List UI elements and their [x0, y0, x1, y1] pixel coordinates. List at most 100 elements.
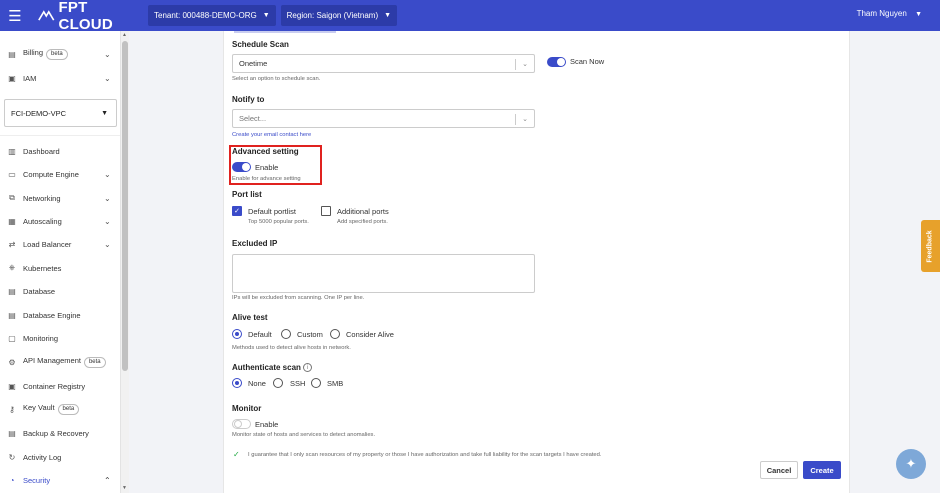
network-icon: ⧉	[9, 193, 15, 202]
assistant-fab[interactable]: ✦	[896, 449, 926, 479]
sidebar-item-label: Security	[23, 475, 51, 485]
excluded-ip-textarea[interactable]	[232, 254, 535, 293]
sidebar-divider	[0, 135, 120, 136]
advanced-setting-toggle-label: Enable	[255, 163, 279, 172]
sidebar-item-database[interactable]: ▤ Database	[0, 282, 120, 300]
sidebar-item-autoscaling[interactable]: ▦ Autoscaling ⌄	[0, 212, 120, 230]
monitor-toggle[interactable]	[232, 419, 251, 429]
beta-badge: beta	[57, 404, 80, 415]
region-selector[interactable]: Region: Saigon (Vietnam) ▼	[280, 5, 398, 26]
scan-now-label: Scan Now	[570, 57, 605, 66]
sidebar-item-label: Networking	[23, 193, 61, 203]
notify-to-select[interactable]: Select... ⌄	[232, 109, 535, 128]
sidebar-item-key-vault[interactable]: ⚷ Key Vault beta	[0, 400, 120, 418]
sidebar-item-iam[interactable]: ▣ IAM ⌄	[0, 69, 120, 87]
auth-none-radio[interactable]	[232, 378, 242, 388]
sidebar-scrollbar[interactable]: ▲ ▼	[121, 31, 129, 493]
additional-ports-checkbox[interactable]	[321, 206, 331, 216]
auth-none-label: None	[248, 379, 266, 388]
chevron-down-icon: ⌄	[104, 239, 111, 249]
alive-test-custom-radio[interactable]	[281, 329, 291, 339]
sidebar-item-security[interactable]: ◔ Security ⌃	[0, 471, 120, 489]
sidebar-item-label: Compute Engine	[23, 169, 79, 179]
tenant-selector[interactable]: Tenant: 000488-DEMO-ORG ▼	[148, 5, 276, 26]
chevron-down-icon: ▼	[915, 11, 922, 18]
region-label: Region: Saigon (Vietnam)	[286, 11, 379, 20]
sidebar-item-database-engine[interactable]: ▤ Database Engine	[0, 306, 120, 324]
schedule-scan-value: Onetime	[239, 59, 268, 68]
feedback-tab[interactable]: Feedback	[921, 220, 940, 272]
sidebar-item-api-management[interactable]: ⚙ API Management beta	[0, 353, 120, 371]
sidebar-item-load-balancer[interactable]: ⇄ Load Balancer ⌄	[0, 235, 120, 253]
chevron-down-icon: ▼	[101, 109, 108, 117]
additional-ports-label: Additional ports	[337, 207, 389, 216]
checkmark-icon: ✓	[234, 208, 240, 215]
sidebar-item-activity-log[interactable]: ↻ Activity Log	[0, 448, 120, 466]
chevron-down-icon: ▼	[262, 12, 270, 19]
chevron-down-icon: ▼	[384, 12, 392, 19]
sidebar-item-label: Dashboard	[23, 146, 60, 156]
create-button[interactable]: Create	[803, 461, 841, 479]
scroll-down-icon[interactable]: ▼	[122, 485, 127, 491]
excluded-ip-help: IPs will be excluded from scanning. One …	[232, 295, 365, 301]
key-icon: ⚷	[9, 404, 15, 414]
autoscaling-icon: ▦	[8, 216, 16, 226]
backup-icon: ▤	[8, 428, 16, 438]
auth-smb-radio[interactable]	[311, 378, 321, 388]
top-button-edge	[234, 31, 336, 33]
sidebar-item-label: API Management	[23, 356, 81, 365]
default-portlist-checkbox[interactable]: ✓	[232, 206, 242, 216]
sidebar-item-label: Autoscaling	[23, 216, 62, 226]
sidebar-item-label: Billing	[23, 48, 44, 57]
scan-now-toggle[interactable]	[547, 57, 566, 67]
sidebar-item-backup-recovery[interactable]: ▤ Backup & Recovery	[0, 424, 120, 442]
chevron-down-icon: ⌄	[104, 216, 111, 226]
sidebar-item-kubernetes[interactable]: ⎈ Kubernetes	[0, 259, 120, 277]
schedule-scan-select[interactable]: Onetime ⌄	[232, 54, 535, 73]
schedule-scan-label: Schedule Scan	[232, 40, 289, 49]
scrollbar-thumb[interactable]	[122, 41, 128, 371]
beta-badge: beta	[46, 49, 68, 60]
iam-icon: ▣	[8, 73, 16, 83]
scan-form-panel: Schedule Scan Onetime ⌄ Select an option…	[223, 31, 850, 493]
user-name: Tham Nguyen	[856, 9, 907, 18]
brand-logo[interactable]: FPT CLOUD	[38, 0, 131, 33]
create-email-contact-link[interactable]: Create your email contact here	[232, 132, 311, 138]
chevron-up-icon: ⌃	[104, 475, 111, 485]
container-icon: ▣	[8, 381, 16, 391]
sidebar-item-billing[interactable]: ▤ Billing beta ⌄	[0, 45, 120, 63]
alive-test-custom-label: Custom	[297, 330, 323, 339]
api-icon: ⚙	[8, 357, 16, 367]
monitor-label: Monitor	[232, 404, 262, 413]
cancel-button[interactable]: Cancel	[760, 461, 798, 479]
sidebar-item-dashboard[interactable]: ▥ Dashboard	[0, 142, 120, 160]
sidebar-item-label: Database	[23, 286, 56, 296]
hamburger-menu-icon[interactable]: ☰	[0, 0, 30, 31]
default-portlist-label: Default portlist	[248, 207, 296, 216]
logo-mark-icon	[38, 9, 55, 21]
authenticate-scan-label: Authenticate scan	[232, 363, 301, 372]
info-icon[interactable]: i	[303, 363, 312, 372]
sidebar-item-monitoring[interactable]: ▢ Monitoring	[0, 329, 120, 347]
alive-test-consider-alive-radio[interactable]	[330, 329, 340, 339]
check-icon: ✓	[233, 450, 240, 459]
chevron-down-icon: ⌄	[104, 193, 111, 203]
alive-test-label: Alive test	[232, 313, 268, 322]
sidebar-item-label: Database Engine	[23, 310, 81, 320]
sidebar-item-compute-engine[interactable]: ▭ Compute Engine ⌄	[0, 165, 120, 183]
user-menu[interactable]: Tham Nguyen ▼	[857, 9, 922, 18]
advanced-setting-toggle[interactable]	[232, 162, 251, 172]
monitor-help: Monitor state of hosts and services to d…	[232, 432, 376, 438]
advanced-setting-label: Advanced setting	[232, 147, 299, 156]
auth-ssh-radio[interactable]	[273, 378, 283, 388]
database-icon: ▤	[8, 286, 16, 296]
vpc-selector[interactable]: FCI-DEMO-VPC ▼	[4, 99, 117, 127]
alive-test-default-radio[interactable]	[232, 329, 242, 339]
sidebar-item-networking[interactable]: ⧉ Networking ⌄	[0, 189, 120, 207]
scroll-up-icon[interactable]: ▲	[122, 32, 127, 38]
notify-to-placeholder: Select...	[239, 114, 267, 123]
monitor-toggle-label: Enable	[255, 420, 279, 429]
sidebar-item-container-registry[interactable]: ▣ Container Registry	[0, 377, 120, 395]
auth-smb-label: SMB	[327, 379, 344, 388]
alive-test-default-label: Default	[248, 330, 272, 339]
